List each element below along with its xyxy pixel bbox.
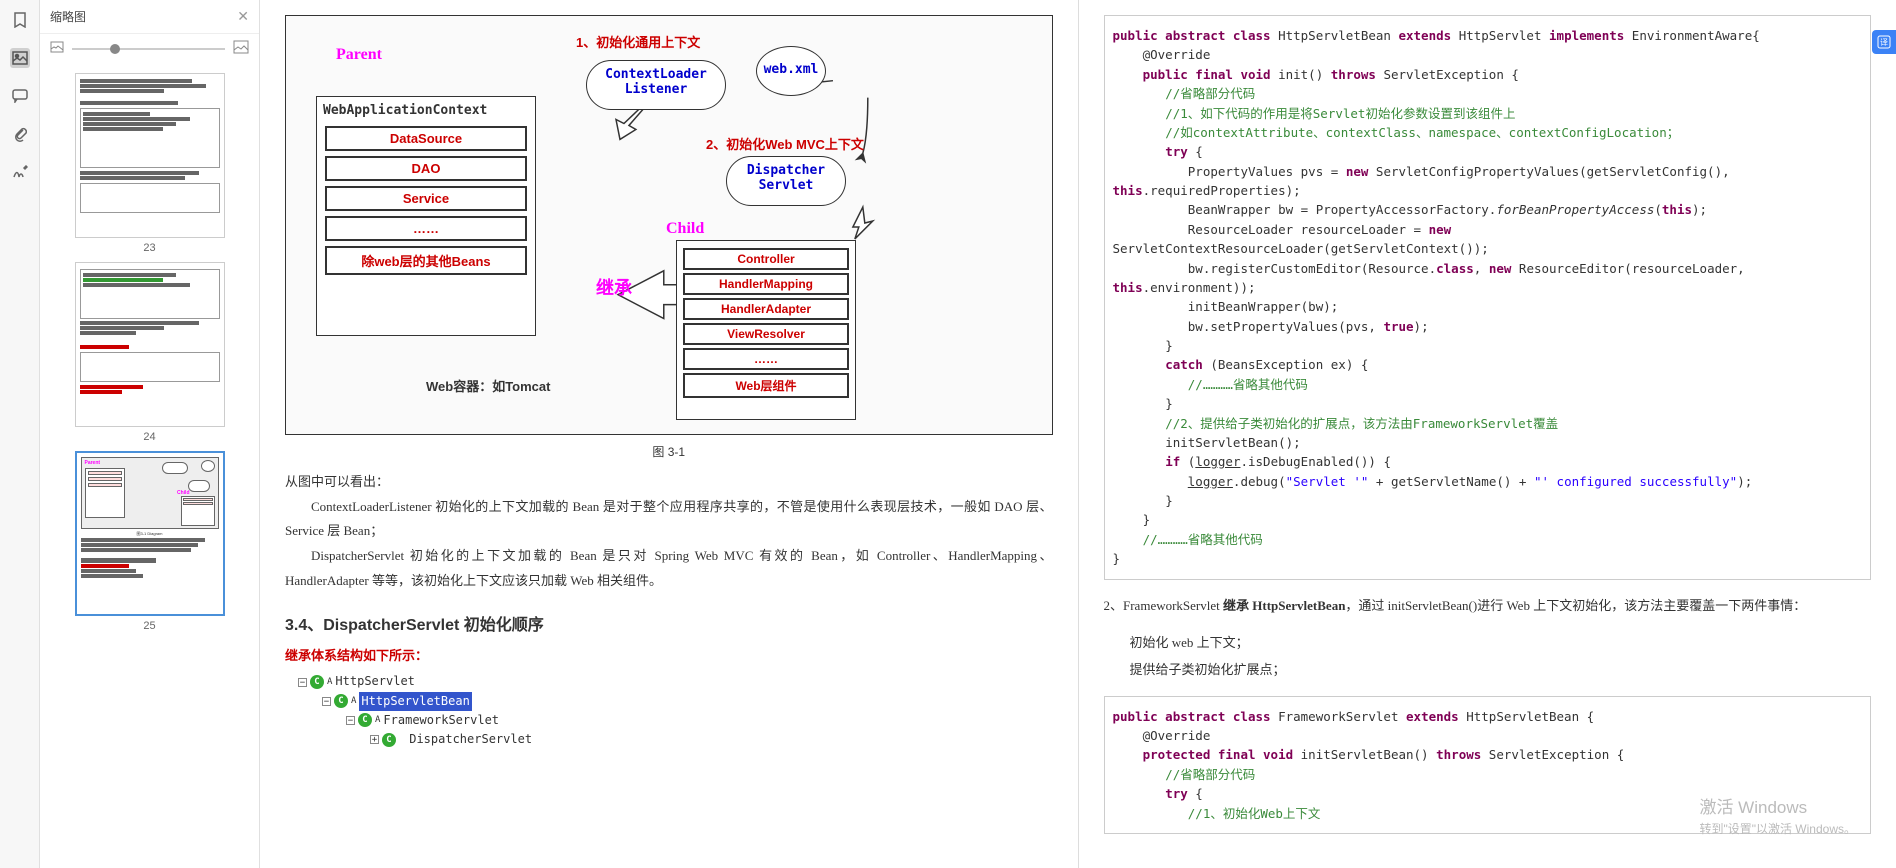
paragraph-2e: 提供给子类初始化扩展点； xyxy=(1104,658,1872,681)
webxml-box: web.xml xyxy=(756,46,826,96)
child-slot: ViewResolver xyxy=(683,323,849,345)
thumbnail-label: 23 xyxy=(143,242,155,254)
thumbnails-sidebar: 缩略图 ✕ 23 xyxy=(40,0,260,868)
translate-badge-icon[interactable]: 译 xyxy=(1872,30,1896,54)
parent-slot: 除web层的其他Beans xyxy=(325,246,527,275)
section-title: 3.4、DispatcherServlet 初始化顺序 xyxy=(285,611,1053,635)
zoom-out-icon[interactable] xyxy=(50,41,64,56)
figure-caption: 图 3-1 xyxy=(285,443,1053,460)
tree-collapse-icon[interactable]: − xyxy=(298,678,307,687)
annotation-2: 2、初始化Web MVC上下文 xyxy=(706,134,864,153)
thumbnail-page-25[interactable]: Parent Child 图3-1 Diagram xyxy=(75,451,225,616)
page-left: Parent Child 1、初始化通用上下文 2、初始化Web MVC上下文 … xyxy=(260,0,1079,868)
zoom-in-icon[interactable] xyxy=(233,40,249,57)
child-slot: …… xyxy=(683,348,849,370)
child-slot: HandlerAdapter xyxy=(683,298,849,320)
parent-label: Parent xyxy=(336,46,382,64)
child-label: Child xyxy=(666,220,704,238)
child-slot: HandlerMapping xyxy=(683,273,849,295)
page-right: public abstract class HttpServletBean ex… xyxy=(1079,0,1896,868)
paragraph-2d: 初始化 web 上下文； xyxy=(1104,631,1872,654)
thumbnails-list: 23 24 Parent xyxy=(40,63,259,868)
architecture-diagram: Parent Child 1、初始化通用上下文 2、初始化Web MVC上下文 … xyxy=(285,15,1053,435)
tree-expand-icon[interactable]: + xyxy=(370,735,379,744)
child-box: Controller HandlerMapping HandlerAdapter… xyxy=(676,240,856,420)
inherit-title: 继承体系结构如下所示： xyxy=(285,645,1053,664)
paragraph-2: 2、FrameworkServlet 继承 HttpServletBean，通过… xyxy=(1104,594,1872,617)
close-icon[interactable]: ✕ xyxy=(237,8,249,25)
thumbnail-label: 24 xyxy=(143,431,155,443)
dispatcher-box: Dispatcher Servlet xyxy=(726,156,846,206)
parent-slot: …… xyxy=(325,216,527,241)
parent-slot: DataSource xyxy=(325,126,527,151)
parent-slot: Service xyxy=(325,186,527,211)
child-slot: Controller xyxy=(683,248,849,270)
inherit-label: 继承 xyxy=(596,274,632,300)
code-block-2: public abstract class FrameworkServlet e… xyxy=(1104,696,1872,834)
thumbnail-size-slider[interactable] xyxy=(72,48,225,50)
annotation-1: 1、初始化通用上下文 xyxy=(576,32,700,51)
tree-collapse-icon[interactable]: − xyxy=(322,697,331,706)
thumbnail-label: 25 xyxy=(143,620,155,632)
icon-rail xyxy=(0,0,40,868)
comment-icon[interactable] xyxy=(10,86,30,106)
svg-text:译: 译 xyxy=(1880,38,1888,47)
body-paragraphs: 从图中可以看出： ContextLoaderListener 初始化的上下文加载… xyxy=(285,470,1053,593)
sidebar-title: 缩略图 xyxy=(50,8,237,25)
thumbnails-icon[interactable] xyxy=(10,48,30,68)
thumbnail-page-24[interactable] xyxy=(75,262,225,427)
class-tree: − CA HttpServlet − CA HttpServletBean − … xyxy=(285,672,1053,749)
parent-slot: DAO xyxy=(325,156,527,181)
code-block-1: public abstract class HttpServletBean ex… xyxy=(1104,15,1872,580)
attachment-icon[interactable] xyxy=(10,124,30,144)
bookmark-icon[interactable] xyxy=(10,10,30,30)
tree-collapse-icon[interactable]: − xyxy=(346,716,355,725)
signature-icon[interactable] xyxy=(10,162,30,182)
document-content: Parent Child 1、初始化通用上下文 2、初始化Web MVC上下文 … xyxy=(260,0,1896,868)
wac-title: WebApplicationContext xyxy=(323,103,529,118)
context-loader-box: ContextLoader Listener xyxy=(586,60,726,110)
child-slot: Web层组件 xyxy=(683,373,849,398)
thumbnail-page-23[interactable] xyxy=(75,73,225,238)
container-label: Web容器：如Tomcat xyxy=(426,376,550,395)
wac-box: WebApplicationContext DataSource DAO Ser… xyxy=(316,96,536,336)
